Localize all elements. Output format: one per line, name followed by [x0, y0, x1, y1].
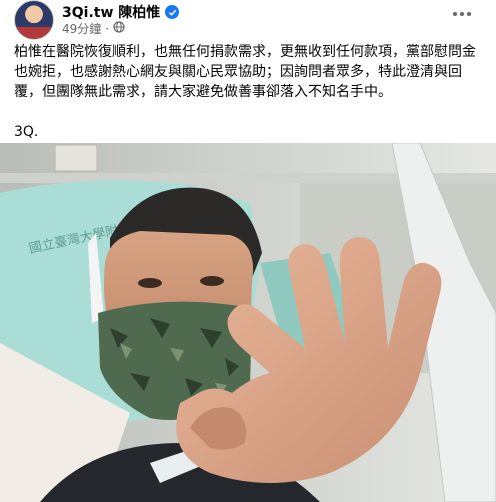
post-paragraph: 柏惟在醫院恢復順利，也無任何捐款需求，更無收到任何款項，黨部慰問金也婉拒，也感謝…	[14, 44, 476, 100]
post-signoff: 3Q.	[14, 124, 39, 140]
verified-badge-icon	[165, 5, 180, 19]
post-meta: 49分鐘 ·	[62, 20, 125, 37]
post-time[interactable]: 49分鐘	[62, 20, 101, 37]
more-options-icon	[453, 12, 457, 16]
post-header: 3Qi.tw 陳柏惟 49分鐘 ·	[0, 0, 496, 40]
photo-illustration: 國立臺灣大學附設醫院	[0, 143, 496, 502]
author-line: 3Qi.tw 陳柏惟	[62, 2, 180, 22]
more-options-button[interactable]	[448, 4, 476, 24]
meta-separator: ·	[105, 21, 110, 36]
post-photo[interactable]: 國立臺灣大學附設醫院	[0, 143, 496, 502]
author-name[interactable]: 3Qi.tw 陳柏惟	[62, 2, 160, 22]
avatar[interactable]	[14, 0, 54, 40]
globe-icon	[113, 21, 125, 36]
